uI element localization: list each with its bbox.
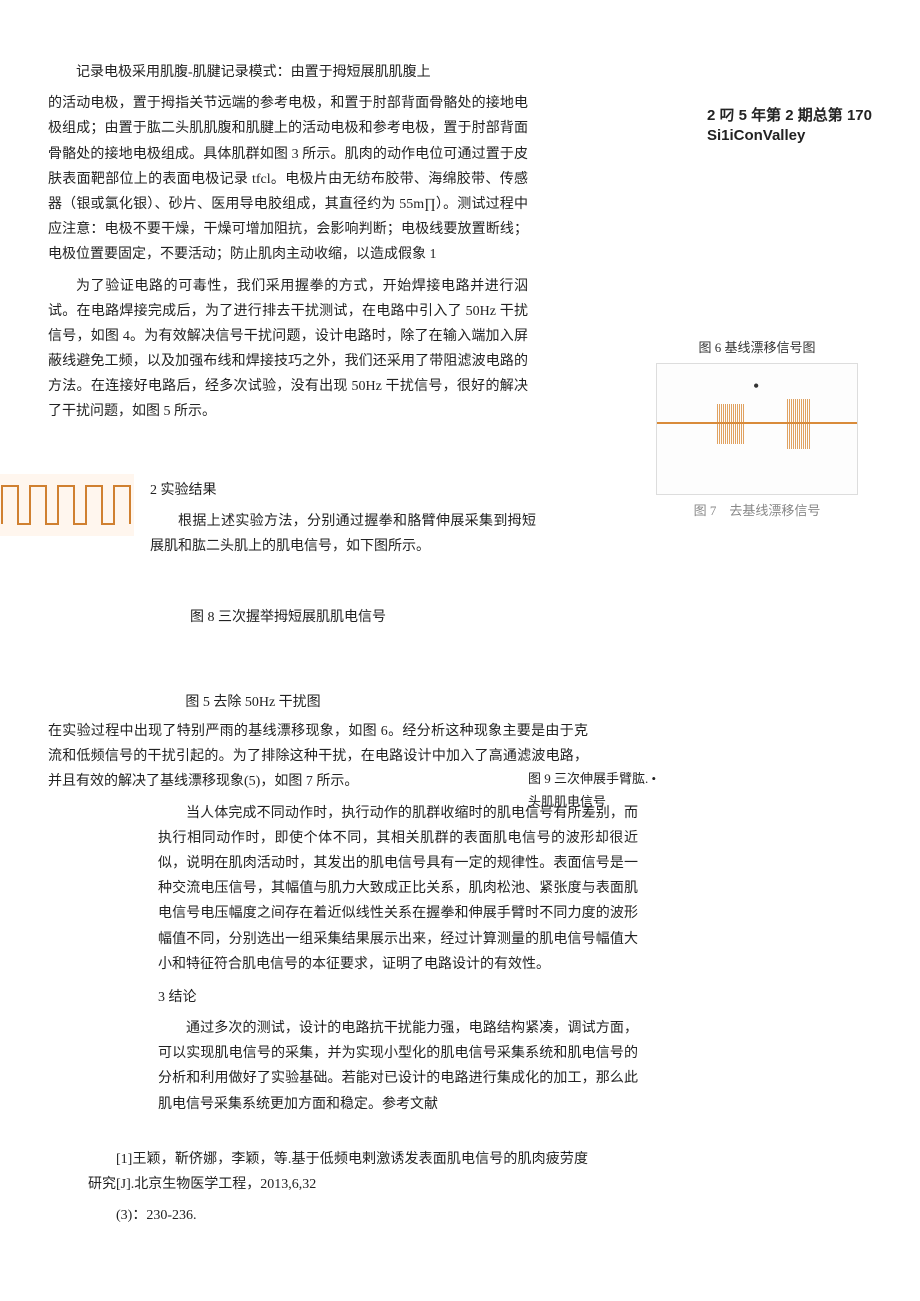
wave-burst-1 xyxy=(717,404,745,444)
section-2-body: 根据上述实验方法，分别通过握拳和胳臂伸展采集到拇短展肌和肱二头肌上的肌电信号，如… xyxy=(150,509,536,559)
issue-line-1: 2 叼 5 年第 2 期总第 170 xyxy=(707,106,872,126)
section-2-block: 2 实验结果 根据上述实验方法，分别通过握拳和胳臂伸展采集到拇短展肌和肱二头肌上… xyxy=(150,470,536,566)
figure-7-image: • xyxy=(656,363,858,495)
page-container: 2 叼 5 年第 2 期总第 170 Si1iConValley 记录电极采用肌… xyxy=(0,0,920,1274)
conclusion-paragraph: 通过多次的测试，设计的电路抗干扰能力强，电路结构紧凑，调试方面，可以实现肌电信号… xyxy=(158,1016,638,1117)
figure-6-caption: 图 6 基线漂移信号图 xyxy=(642,336,872,359)
para1-body: 的活动电极，置于拇指关节远端的参考电极，和置于肘部背面骨骼处的接地电极组成；由置… xyxy=(48,91,528,267)
reference-1: [1]王颖，靳侪娜，李颖，等.基于低频电剌激诱发表面肌电信号的肌肉疲劳度研究[J… xyxy=(88,1147,588,1197)
discussion-block: 当人体完成不同动作时，执行动作的肌群收缩时的肌电信号有所差别，而执行相同动作时，… xyxy=(158,801,638,1117)
figure-6-7-block: 图 6 基线漂移信号图 • 图 7 去基线漂移信号 xyxy=(642,332,872,527)
para2: 为了验证电路的可毒性，我们采用握拳的方式，开始焊接电路并进行泅试。在电路焊接完成… xyxy=(48,274,528,425)
figure-8-caption: 图 8 三次握举拇短展肌肌电信号 xyxy=(48,605,528,630)
issue-header: 2 叼 5 年第 2 期总第 170 Si1iConValley xyxy=(707,106,872,145)
reference-1b: (3)：230-236. xyxy=(88,1203,588,1228)
figure-5-caption: 图 5 去除 50Hz 干扰图 xyxy=(158,690,348,715)
references-block: [1]王颖，靳侪娜，李颖，等.基于低频电剌激诱发表面肌电信号的肌肉疲劳度研究[J… xyxy=(88,1147,588,1229)
pulse-svg xyxy=(0,474,134,536)
lower-content: 图 8 三次握举拇短展肌肌电信号 图 5 去除 50Hz 干扰图 在实验过程中出… xyxy=(48,605,872,1229)
para1-first-line: 记录电极采用肌腹-肌腱记录模式：由置于拇短展肌肌腹上 xyxy=(48,60,528,85)
discussion-paragraph: 当人体完成不同动作时，执行动作的肌群收缩时的肌电信号有所差别，而执行相同动作时，… xyxy=(158,801,638,977)
section-2-heading: 2 实验结果 xyxy=(150,478,536,503)
section-3-heading: 3 结论 xyxy=(158,985,638,1010)
issue-line-2: Si1iConValley xyxy=(707,126,872,146)
figure-marker-dot: • xyxy=(753,370,759,402)
wave-burst-2 xyxy=(787,399,811,449)
figure-pulse-waveform xyxy=(0,474,134,536)
baseline-drift-paragraph: 在实验过程中出现了特别严雨的基线漂移现象，如图 6。经分析这种现象主要是由于克流… xyxy=(48,719,588,795)
figure-9-caption: 图 9 三次伸展手臂肱. •头肌肌电信号 xyxy=(528,767,668,814)
left-column: 记录电极采用肌腹-肌腱记录模式：由置于拇短展肌肌腹上 的活动电极，置于拇指关节远… xyxy=(48,60,528,425)
figure-7-caption: 图 7 去基线漂移信号 xyxy=(642,499,872,522)
wave-baseline xyxy=(657,422,857,424)
